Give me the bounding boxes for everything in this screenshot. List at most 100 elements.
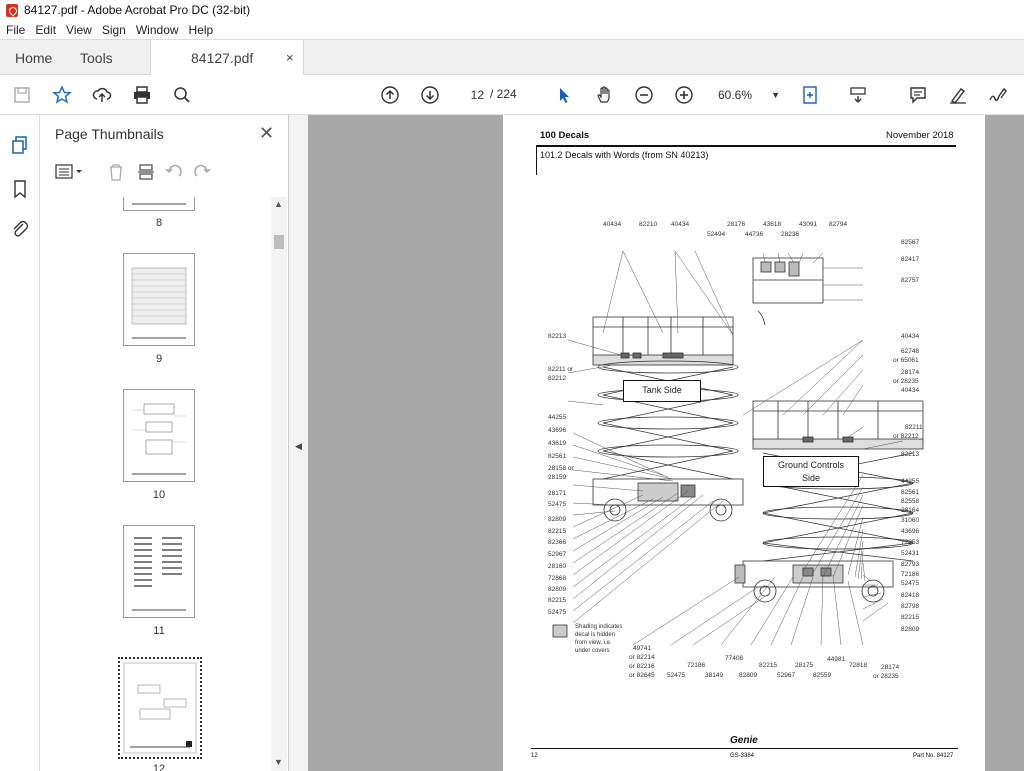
thumbnail-page-12-selected[interactable]: [118, 657, 202, 759]
chevron-down-icon: ▼: [771, 90, 780, 100]
title-bar: 84127.pdf - Adobe Acrobat Pro DC (32-bit…: [0, 0, 1024, 20]
collapse-arrow-icon[interactable]: ◀: [295, 441, 302, 452]
menu-help[interactable]: Help: [189, 23, 214, 37]
thumbnail-label: 10: [152, 489, 166, 501]
comment-icon[interactable]: [906, 83, 930, 107]
tab-document[interactable]: 84127.pdf ×: [150, 40, 304, 76]
callout: 44255: [901, 478, 920, 485]
callout: 28160: [548, 563, 567, 570]
tab-home[interactable]: Home: [15, 40, 52, 75]
callout: 52967: [777, 672, 796, 679]
footer-model: GS-3384: [730, 753, 755, 759]
scroll-up-arrow-icon[interactable]: ▲: [274, 199, 283, 209]
page-total: / 224: [490, 87, 517, 101]
callout: 72186: [687, 662, 706, 669]
print-icon[interactable]: [130, 83, 154, 107]
callout: 28159: [548, 474, 567, 481]
scrollbar-thumb[interactable]: [274, 235, 284, 249]
menu-edit[interactable]: Edit: [35, 23, 56, 37]
page-number-input[interactable]: [456, 86, 484, 104]
close-icon[interactable]: ✕: [259, 124, 274, 142]
footer-brand-logo: Genie: [730, 735, 758, 746]
sign-icon[interactable]: [986, 83, 1010, 107]
callout: 82215: [901, 614, 920, 621]
delete-page-icon[interactable]: [107, 163, 125, 184]
shading-note-line: from view, i.e.: [575, 640, 612, 646]
callout: or 28235: [893, 378, 919, 385]
hand-tool-icon[interactable]: [592, 83, 616, 107]
callout: or 82214: [629, 654, 655, 661]
callout: 40434: [901, 387, 920, 394]
options-menu-icon[interactable]: [55, 164, 83, 183]
highlight-pen-icon[interactable]: [946, 83, 970, 107]
zoom-dropdown[interactable]: 60.6% ▼: [712, 83, 780, 107]
document-viewer[interactable]: 100 Decals November 2018 101.2 Decals wi…: [308, 115, 1024, 771]
thumbnail-page-8[interactable]: [123, 197, 195, 211]
next-page-icon[interactable]: [418, 83, 442, 107]
rotate-right-icon[interactable]: [193, 163, 211, 184]
tab-close-button[interactable]: ×: [286, 40, 294, 75]
thumbnail-page-9[interactable]: [123, 253, 195, 346]
select-cursor-icon[interactable]: [552, 83, 576, 107]
menu-sign[interactable]: Sign: [102, 23, 126, 37]
thumbnail-page-11[interactable]: [123, 525, 195, 618]
callout: 72868: [548, 575, 567, 582]
shading-note-line: Shading indicates: [575, 624, 623, 630]
scroll-mode-icon[interactable]: [846, 83, 870, 107]
callout: 82213: [901, 451, 920, 458]
menu-view[interactable]: View: [66, 23, 92, 37]
zoom-in-icon[interactable]: [672, 83, 696, 107]
callout: 40434: [603, 221, 622, 228]
menu-file[interactable]: File: [6, 23, 25, 37]
callout: 28174: [901, 369, 920, 376]
callout: 82757: [901, 277, 920, 284]
callout: 52494: [707, 231, 726, 238]
tab-bar: Home Tools 84127.pdf ×: [0, 39, 1024, 76]
zoom-value: 60.6%: [718, 88, 753, 102]
attachments-icon[interactable]: [10, 219, 30, 239]
callout: 82418: [901, 592, 920, 599]
callout: 52431: [901, 550, 920, 557]
upload-cloud-icon[interactable]: [90, 83, 114, 107]
thumbnail-label: 8: [155, 217, 163, 229]
callout: 82215: [548, 528, 567, 535]
bookmark-star-icon[interactable]: [50, 83, 74, 107]
callout: 82794: [829, 221, 848, 228]
callout: 82809: [548, 516, 567, 523]
left-navigation-rail: [0, 115, 40, 771]
label-tank-side-text: Tank Side: [642, 385, 682, 395]
callout: 82215: [548, 597, 567, 604]
tab-tools[interactable]: Tools: [80, 40, 113, 75]
menu-window[interactable]: Window: [136, 23, 179, 37]
bookmarks-icon[interactable]: [10, 179, 30, 199]
toolbar: / 224 60.6% ▼: [0, 75, 1024, 115]
thumbnail-scrollbar[interactable]: ▲ ▼: [271, 197, 287, 771]
page-thumbnails-icon[interactable]: [10, 135, 30, 155]
header-rule: [536, 145, 956, 147]
callout: 28236: [781, 231, 800, 238]
rotate-left-icon[interactable]: [165, 163, 183, 184]
insert-page-icon[interactable]: [137, 163, 155, 184]
thumbnail-page-10[interactable]: [123, 389, 195, 482]
page-fit-icon[interactable]: [798, 83, 822, 107]
menu-bar: File Edit View Sign Window Help: [0, 20, 1024, 39]
callout: 82558: [901, 498, 920, 505]
callout: 82417: [901, 256, 920, 263]
panel-collapse-handle[interactable]: ◀: [289, 115, 308, 771]
panel-title: Page Thumbnails: [55, 126, 164, 142]
zoom-out-icon[interactable]: [632, 83, 656, 107]
callout: 52967: [548, 551, 567, 558]
callout: 82211 or: [548, 366, 574, 373]
save-icon[interactable]: [10, 83, 34, 107]
search-icon[interactable]: [170, 83, 194, 107]
shading-note: Shading indicates decal is hidden from v…: [575, 623, 622, 655]
callout: 44981: [827, 656, 846, 663]
previous-page-icon[interactable]: [378, 83, 402, 107]
shading-note-line: under covers: [575, 648, 610, 654]
scroll-down-arrow-icon[interactable]: ▼: [274, 757, 283, 767]
footer-part-number: Part No. 84127: [913, 753, 954, 759]
callout: 82809: [739, 672, 758, 679]
callout: 31060: [901, 517, 920, 524]
thumbnails-panel: Page Thumbnails ✕ 8 9 10 11 12 ▲ ▼: [41, 115, 289, 771]
section-title: 101.2 Decals with Words (from SN 40213): [540, 150, 709, 160]
